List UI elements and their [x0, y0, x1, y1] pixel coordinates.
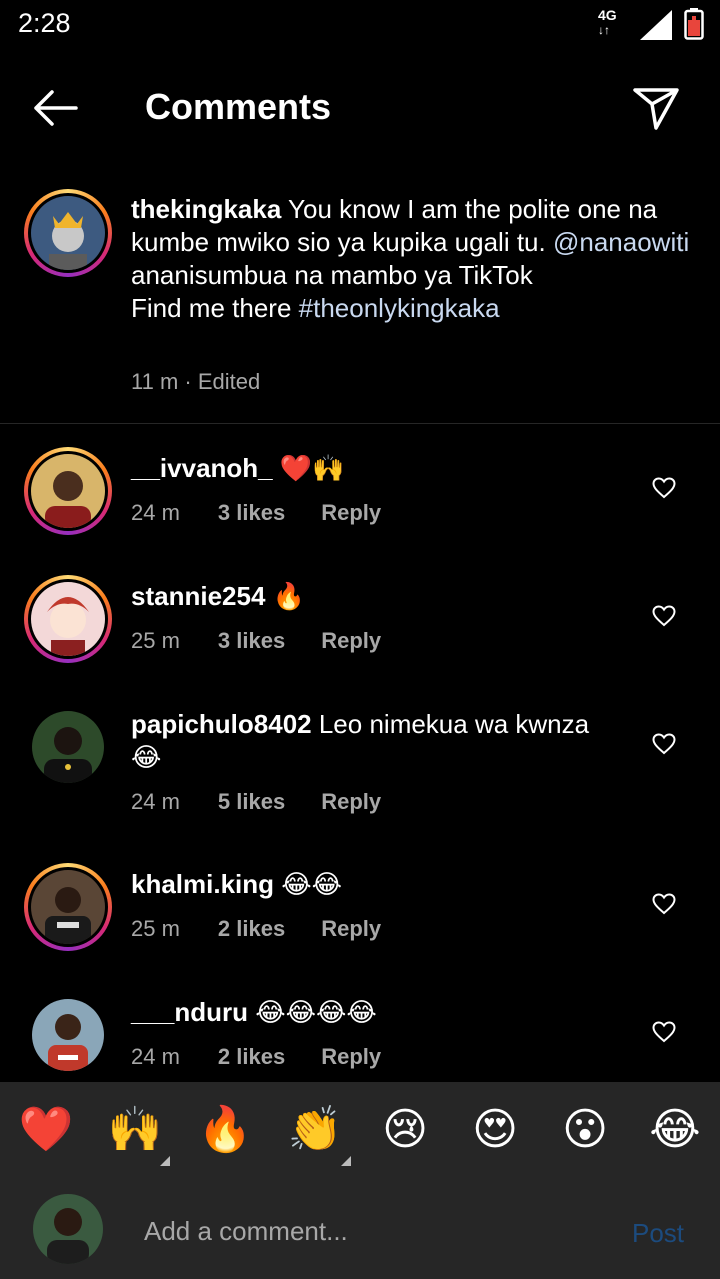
emoji-fire-button[interactable]: 🔥 [197, 1102, 253, 1158]
hashtag-link[interactable]: #theonlykingkaka [299, 293, 500, 323]
divider [0, 423, 720, 424]
avatar-image [31, 196, 105, 270]
caption-meta: 11 m · Edited [131, 369, 261, 394]
comment-meta: 24 m2 likes Reply [131, 1044, 382, 1070]
avatar-image [32, 711, 104, 783]
like-heart-icon[interactable] [652, 477, 676, 499]
comment-text: ___nduru 😂😂😂😂 [131, 997, 377, 1027]
likes-count[interactable]: 5 likes [218, 789, 285, 815]
page-title: Comments [145, 86, 332, 127]
comment-meta: 24 m3 likes Reply [131, 500, 382, 526]
comment-username[interactable]: __ivvanoh_ [131, 453, 273, 483]
back-arrow-icon[interactable] [30, 88, 80, 128]
comment-meta: 25 m2 likes Reply [131, 916, 382, 942]
comment-text: __ivvanoh_ ❤️🙌 [131, 453, 345, 483]
emoji-heart-button[interactable]: ❤️ [18, 1102, 74, 1158]
comment-avatar[interactable] [24, 447, 112, 535]
emoji-crying-button[interactable]: 😢 [377, 1102, 433, 1158]
likes-count[interactable]: 3 likes [218, 628, 285, 654]
current-user-avatar [33, 1194, 103, 1264]
comment-username[interactable]: ___nduru [131, 997, 248, 1027]
reply-button[interactable]: Reply [321, 628, 381, 654]
signal-icon [640, 10, 672, 40]
likes-count[interactable]: 2 likes [218, 1044, 285, 1070]
avatar-image [31, 582, 105, 656]
avatar-image [33, 1194, 103, 1264]
comment-text: papichulo8402 Leo nimekua wa kwnza 😂 [131, 709, 590, 772]
emoji-raising-hands-button[interactable]: 🙌 [107, 1102, 163, 1158]
emoji-clapping-button[interactable]: 👏 [287, 1102, 343, 1158]
reply-button[interactable]: Reply [321, 1044, 381, 1070]
reply-button[interactable]: Reply [321, 916, 381, 942]
likes-count[interactable]: 2 likes [218, 916, 285, 942]
like-heart-icon[interactable] [652, 605, 676, 627]
emoji-laughing-button[interactable]: 😂 [647, 1102, 703, 1158]
comment-meta: 24 m5 likes Reply [131, 789, 382, 815]
emoji-quick-bar: ❤️ 🙌 🔥 👏 😢 😍 😮 😂 [0, 1082, 720, 1180]
caption-text: thekingkaka You know I am the polite one… [131, 194, 690, 323]
send-icon[interactable] [630, 84, 682, 132]
battery-icon [684, 8, 704, 40]
avatar-image [32, 999, 104, 1071]
comment-text: stannie254 🔥 [131, 581, 306, 611]
comment-avatar[interactable] [32, 711, 104, 783]
header: Comments [0, 62, 720, 152]
post-button[interactable]: Post [632, 1218, 684, 1249]
skin-tone-indicator-icon [160, 1156, 170, 1166]
caption-avatar[interactable] [24, 189, 112, 277]
comment-username[interactable]: papichulo8402 [131, 709, 312, 739]
status-time: 2:28 [18, 8, 71, 38]
comment-input[interactable]: Add a comment... [144, 1216, 348, 1247]
comment-avatar[interactable] [24, 575, 112, 663]
comment-compose-bar: Add a comment... Post [0, 1180, 720, 1279]
comment-avatar[interactable] [32, 999, 104, 1071]
avatar-image [31, 870, 105, 944]
reply-button[interactable]: Reply [321, 789, 381, 815]
like-heart-icon[interactable] [652, 1021, 676, 1043]
reply-button[interactable]: Reply [321, 500, 381, 526]
likes-count[interactable]: 3 likes [218, 500, 285, 526]
comment-avatar[interactable] [24, 863, 112, 951]
skin-tone-indicator-icon [341, 1156, 351, 1166]
comment-username[interactable]: stannie254 [131, 581, 265, 611]
status-bar: 2:28 4G ↓↑ [0, 0, 720, 48]
comment-text: khalmi.king 😂😂 [131, 869, 343, 899]
mention-link[interactable]: @nanaowiti [553, 227, 689, 257]
emoji-surprised-button[interactable]: 😮 [557, 1102, 613, 1158]
avatar-image [31, 454, 105, 528]
comment-meta: 25 m3 likes Reply [131, 628, 382, 654]
like-heart-icon[interactable] [652, 893, 676, 915]
like-heart-icon[interactable] [652, 733, 676, 755]
caption-username[interactable]: thekingkaka [131, 194, 281, 224]
network-type-indicator: 4G ↓↑ [598, 7, 617, 37]
emoji-heart-eyes-button[interactable]: 😍 [467, 1102, 523, 1158]
comment-username[interactable]: khalmi.king [131, 869, 274, 899]
